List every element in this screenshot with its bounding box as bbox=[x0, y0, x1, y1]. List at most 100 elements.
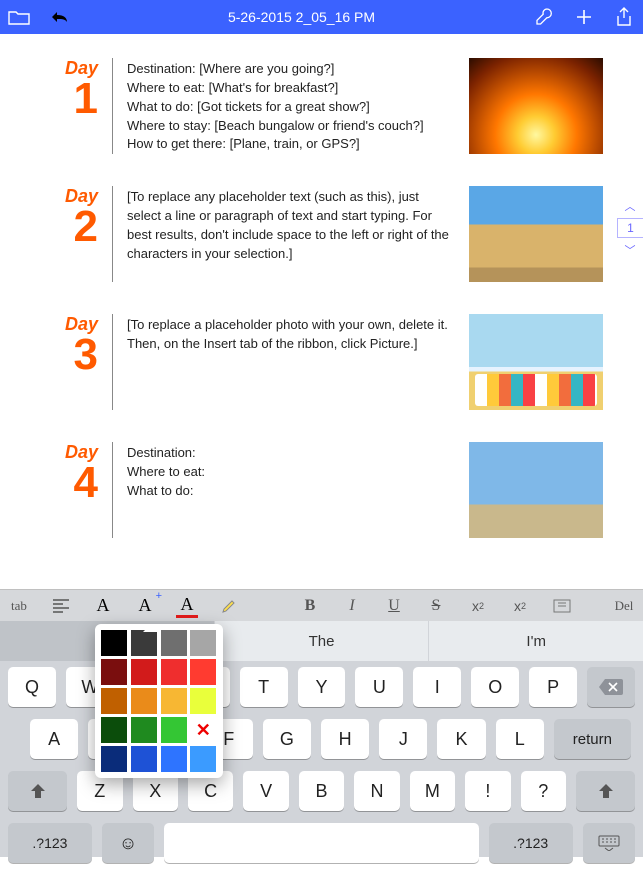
color-swatch[interactable] bbox=[161, 688, 187, 714]
strikethrough-button[interactable]: S bbox=[425, 594, 447, 618]
paragraph-align-icon[interactable] bbox=[50, 594, 72, 618]
color-swatch[interactable] bbox=[101, 688, 127, 714]
shift-key-right[interactable] bbox=[576, 771, 635, 811]
color-swatch-none[interactable] bbox=[190, 717, 216, 743]
body-text[interactable]: Where to stay: [Beach bungalow or friend… bbox=[127, 117, 455, 136]
body-text[interactable]: Destination: bbox=[127, 444, 455, 463]
day-photo[interactable] bbox=[469, 442, 603, 538]
shift-key-left[interactable] bbox=[8, 771, 67, 811]
color-swatch[interactable] bbox=[131, 717, 157, 743]
day-photo[interactable] bbox=[469, 314, 603, 410]
superscript-button[interactable]: x2 bbox=[509, 594, 531, 618]
day-text[interactable]: [To replace a placeholder photo with you… bbox=[127, 314, 455, 410]
color-swatch[interactable] bbox=[161, 746, 187, 772]
color-swatch[interactable] bbox=[190, 630, 216, 656]
key-h[interactable]: H bbox=[321, 719, 369, 759]
day-text[interactable]: [To replace any placeholder text (such a… bbox=[127, 186, 455, 282]
key-p[interactable]: P bbox=[529, 667, 577, 707]
day-label: Day 2 bbox=[40, 186, 98, 282]
bold-button[interactable]: B bbox=[299, 594, 321, 618]
key-b[interactable]: B bbox=[299, 771, 344, 811]
underline-button[interactable]: U bbox=[383, 594, 405, 618]
font-size-increase-button[interactable]: A+ bbox=[134, 594, 156, 618]
day-block: Day 1 Destination: [Where are you going?… bbox=[40, 58, 603, 154]
day-label: Day 1 bbox=[40, 58, 98, 154]
key-o[interactable]: O bbox=[471, 667, 519, 707]
key-a[interactable]: A bbox=[30, 719, 78, 759]
wrench-icon[interactable] bbox=[533, 6, 555, 28]
document-canvas[interactable]: Day 1 Destination: [Where are you going?… bbox=[0, 34, 643, 589]
color-swatch[interactable] bbox=[131, 659, 157, 685]
folder-icon[interactable] bbox=[8, 6, 30, 28]
color-swatch[interactable] bbox=[161, 717, 187, 743]
body-text[interactable]: [To replace a placeholder photo with you… bbox=[127, 316, 455, 354]
day-block: Day 4 Destination:Where to eat:What to d… bbox=[40, 442, 603, 538]
color-swatch[interactable] bbox=[190, 688, 216, 714]
emoji-key[interactable]: ☺ bbox=[102, 823, 154, 863]
key-m[interactable]: M bbox=[410, 771, 455, 811]
italic-button[interactable]: I bbox=[341, 594, 363, 618]
body-text[interactable]: Where to eat: bbox=[127, 463, 455, 482]
page-indicator[interactable]: ︿ 1 ﹀ bbox=[617, 198, 643, 258]
key-?[interactable]: ? bbox=[521, 771, 566, 811]
plus-icon[interactable] bbox=[573, 6, 595, 28]
key-j[interactable]: J bbox=[379, 719, 427, 759]
subscript-button[interactable]: x2 bbox=[467, 594, 489, 618]
font-color-button[interactable]: A bbox=[176, 594, 198, 618]
vertical-divider bbox=[112, 58, 113, 154]
color-picker-popup bbox=[95, 624, 223, 778]
backspace-key[interactable] bbox=[587, 667, 635, 707]
key-k[interactable]: K bbox=[437, 719, 485, 759]
document-title: 5-26-2015 2_05_16 PM bbox=[70, 9, 533, 25]
numeric-key-left[interactable]: .?123 bbox=[8, 823, 92, 863]
key-t[interactable]: T bbox=[240, 667, 288, 707]
share-icon[interactable] bbox=[613, 6, 635, 28]
body-text[interactable]: [To replace any placeholder text (such a… bbox=[127, 188, 455, 263]
key-q[interactable]: Q bbox=[8, 667, 56, 707]
key-i[interactable]: I bbox=[413, 667, 461, 707]
color-swatch[interactable] bbox=[131, 746, 157, 772]
color-swatch[interactable] bbox=[131, 630, 157, 656]
color-swatch[interactable] bbox=[161, 630, 187, 656]
format-toolbar: tab A A+ A B I U S x2 x2 Del bbox=[0, 589, 643, 621]
text-box-icon[interactable] bbox=[551, 594, 573, 618]
color-swatch[interactable] bbox=[161, 659, 187, 685]
color-swatch[interactable] bbox=[190, 746, 216, 772]
color-swatch[interactable] bbox=[101, 630, 127, 656]
key-y[interactable]: Y bbox=[298, 667, 346, 707]
key-l[interactable]: L bbox=[496, 719, 544, 759]
tab-key-button[interactable]: tab bbox=[8, 594, 30, 618]
return-key[interactable]: return bbox=[554, 719, 631, 759]
color-swatch[interactable] bbox=[131, 688, 157, 714]
color-swatch[interactable] bbox=[101, 746, 127, 772]
body-text[interactable]: Where to eat: [What's for breakfast?] bbox=[127, 79, 455, 98]
delete-button[interactable]: Del bbox=[613, 594, 635, 618]
body-text[interactable]: What to do: bbox=[127, 482, 455, 501]
suggestion-center[interactable]: The bbox=[215, 621, 429, 661]
body-text[interactable]: Destination: [Where are you going?] bbox=[127, 60, 455, 79]
undo-icon[interactable] bbox=[48, 6, 70, 28]
highlight-icon[interactable] bbox=[218, 594, 240, 618]
font-size-button[interactable]: A bbox=[92, 594, 114, 618]
day-photo[interactable] bbox=[469, 186, 603, 282]
chevron-down-icon[interactable]: ﹀ bbox=[625, 242, 636, 258]
top-toolbar: 5-26-2015 2_05_16 PM bbox=[0, 0, 643, 34]
space-key[interactable] bbox=[164, 823, 478, 863]
color-swatch[interactable] bbox=[101, 659, 127, 685]
day-text[interactable]: Destination: [Where are you going?]Where… bbox=[127, 58, 455, 154]
color-swatch[interactable] bbox=[101, 717, 127, 743]
chevron-up-icon[interactable]: ︿ bbox=[625, 198, 636, 214]
key-![interactable]: ! bbox=[465, 771, 510, 811]
day-text[interactable]: Destination:Where to eat:What to do: bbox=[127, 442, 455, 538]
day-photo[interactable] bbox=[469, 58, 603, 154]
numeric-key-right[interactable]: .?123 bbox=[489, 823, 573, 863]
body-text[interactable]: How to get there: [Plane, train, or GPS?… bbox=[127, 135, 455, 154]
key-n[interactable]: N bbox=[354, 771, 399, 811]
key-u[interactable]: U bbox=[355, 667, 403, 707]
color-swatch[interactable] bbox=[190, 659, 216, 685]
hide-keyboard-key[interactable] bbox=[583, 823, 635, 863]
suggestion-right[interactable]: I'm bbox=[429, 621, 643, 661]
key-g[interactable]: G bbox=[263, 719, 311, 759]
body-text[interactable]: What to do: [Got tickets for a great sho… bbox=[127, 98, 455, 117]
key-v[interactable]: V bbox=[243, 771, 288, 811]
